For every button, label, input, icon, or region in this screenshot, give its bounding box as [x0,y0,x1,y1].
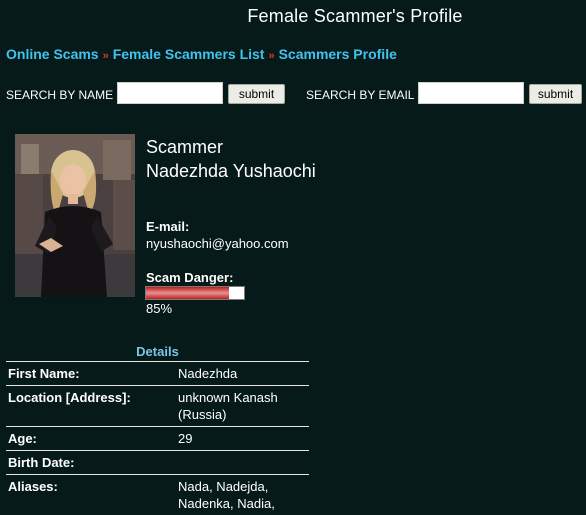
profile-photo-image [15,134,135,297]
profile-name: Nadezhda Yushaochi [146,161,316,181]
profile-role: Scammer [146,137,224,157]
search-by-name-label: SEARCH BY NAME : [6,88,120,102]
search-bar: SEARCH BY NAME : submit SEARCH BY EMAIL … [0,82,586,108]
breadcrumb-online-scams-link[interactable]: Online Scams [6,46,99,62]
email-label: E-mail: [146,219,190,234]
details-key: Aliases: [8,479,58,494]
search-name-input[interactable] [117,82,223,104]
details-row-age: Age: 29 [6,426,309,451]
details-row-location: Location [Address]: unknown Kanash (Russ… [6,385,309,427]
details-value [176,451,309,475]
details-key: First Name: [8,366,80,381]
details-row-birth-date: Birth Date: [6,450,309,475]
search-email-submit-button[interactable]: submit [529,84,582,104]
breadcrumb: Online Scams» Female Scammers List» Scamme… [6,46,397,62]
details-key: Location [Address]: [8,390,131,405]
breadcrumb-female-scammers-list-link[interactable]: Female Scammers List [113,46,265,62]
details-key: Age: [8,431,37,446]
scam-danger-bar-fill [146,287,230,299]
page-title: Female Scammer's Profile [247,6,463,26]
breadcrumb-separator: » [102,50,109,62]
search-email-input[interactable] [418,82,524,104]
breadcrumb-scammers-profile-link[interactable]: Scammers Profile [279,46,397,62]
details-row-first-name: First Name: Nadezhda [6,361,309,386]
details-row-aliases: Aliases: Nada, Nadejda, Nadenka, Nadia, [6,474,309,515]
details-value: 29 [178,431,193,446]
details-value: unknown Kanash (Russia) [178,390,278,422]
email-value: nyushaochi@yahoo.com [146,236,289,251]
scam-danger-bar [145,286,245,300]
details-header: Details [136,344,179,359]
details-value: Nada, Nadejda, Nadenka, Nadia, [178,479,275,511]
details-key: Birth Date: [8,455,75,470]
search-name-submit-button[interactable]: submit [228,84,285,104]
breadcrumb-separator: » [268,50,275,62]
search-by-email-label: SEARCH BY EMAIL : [306,88,421,102]
scam-danger-label: Scam Danger: [146,270,234,285]
details-table: First Name: Nadezhda Location [Address]:… [6,361,309,515]
scam-danger-value: 85% [146,301,173,316]
details-value: Nadezhda [178,366,238,381]
profile-photo [15,134,135,297]
